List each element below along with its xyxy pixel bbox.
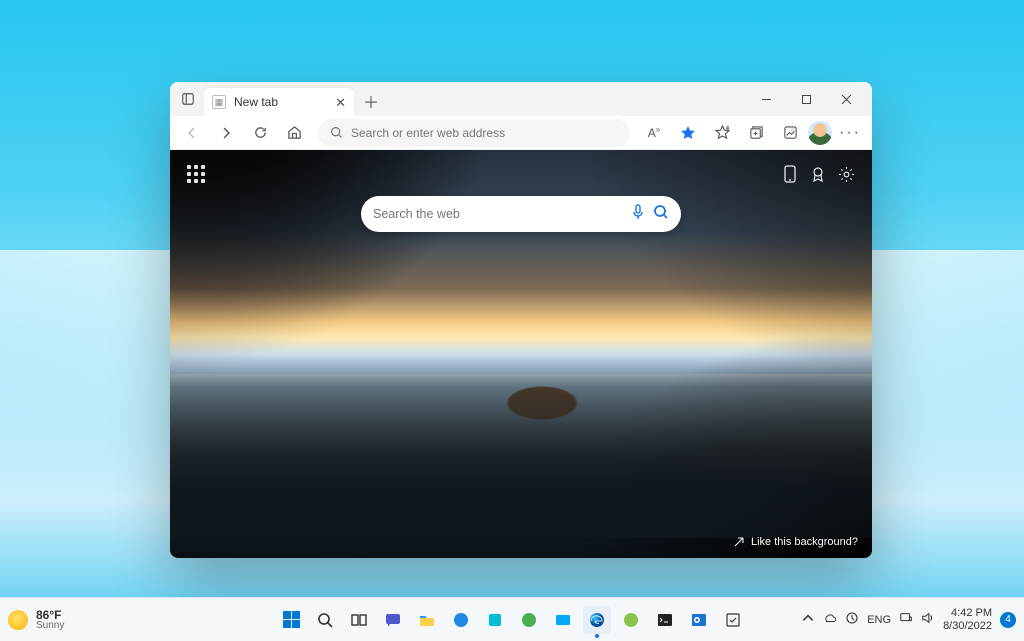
forward-button[interactable] [210,119,242,147]
tray-onedrive-icon[interactable] [823,611,837,628]
refresh-button[interactable] [244,119,276,147]
tab-close-button[interactable]: ✕ [335,96,346,109]
new-tab-page: Like this background? [170,150,872,558]
like-background-label: Like this background? [751,536,858,548]
read-aloud-button[interactable]: A» [638,119,670,147]
search-submit-icon[interactable] [653,204,669,225]
home-button[interactable] [278,119,310,147]
like-background-button[interactable]: Like this background? [733,536,858,548]
mobile-icon[interactable] [776,160,804,188]
ntp-search-input[interactable] [373,207,623,221]
ntp-topbar [182,160,860,188]
edge-taskbar-button[interactable] [583,606,611,634]
rewards-icon[interactable] [804,160,832,188]
titlebar: ▦ New tab ✕ ＋ [170,82,872,116]
browser-tab[interactable]: ▦ New tab ✕ [204,88,354,116]
app-launcher-button[interactable] [182,160,210,188]
ntp-search-box[interactable] [361,196,681,232]
favorite-button[interactable] [672,119,704,147]
system-tray: ENG 4:42 PM 8/30/2022 4 [801,607,1016,632]
minimize-button[interactable] [746,85,786,113]
time-label: 4:42 PM [951,607,992,620]
language-indicator[interactable]: ENG [867,614,891,626]
profile-button[interactable] [808,121,832,145]
search-icon [330,126,343,139]
outlook-button[interactable] [685,606,713,634]
taskbar-app-icon[interactable] [617,606,645,634]
address-bar[interactable] [318,119,630,147]
more-menu-button[interactable]: ··· [834,119,866,147]
window-controls [746,85,866,113]
weather-temp: 86°F [36,609,64,621]
extension-button[interactable] [774,119,806,147]
tab-favicon: ▦ [212,95,226,109]
weather-widget[interactable]: 86°F Sunny [8,609,64,631]
toolbar: A» ··· [170,116,872,150]
back-button[interactable] [176,119,208,147]
weather-sun-icon [8,610,28,630]
notification-badge[interactable]: 4 [1000,612,1016,628]
collections-button[interactable] [740,119,772,147]
chat-button[interactable] [379,606,407,634]
maximize-button[interactable] [786,85,826,113]
clock[interactable]: 4:42 PM 8/30/2022 [943,607,992,632]
terminal-button[interactable] [651,606,679,634]
edge-browser-window: ▦ New tab ✕ ＋ A» [170,82,872,558]
weather-condition: Sunny [36,621,64,631]
new-tab-button[interactable]: ＋ [358,88,384,114]
taskbar: 86°F Sunny EN [0,597,1024,641]
network-icon[interactable] [899,611,913,628]
taskbar-app-icon[interactable] [549,606,577,634]
file-explorer-button[interactable] [413,606,441,634]
tray-app-icon[interactable] [845,611,859,628]
tab-actions-button[interactable] [176,87,200,111]
taskbar-app-icon[interactable] [447,606,475,634]
address-input[interactable] [351,126,618,140]
close-window-button[interactable] [826,85,866,113]
tray-chevron-up-icon[interactable] [801,611,815,628]
date-label: 8/30/2022 [943,620,992,633]
taskbar-center [277,606,747,634]
start-button[interactable] [277,606,305,634]
taskbar-search-button[interactable] [311,606,339,634]
settings-gear-icon[interactable] [832,160,860,188]
taskbar-app-icon[interactable] [481,606,509,634]
tab-title: New tab [234,95,278,109]
volume-icon[interactable] [921,611,935,628]
taskbar-app-icon[interactable] [719,606,747,634]
desktop: ▦ New tab ✕ ＋ A» [0,0,1024,641]
task-view-button[interactable] [345,606,373,634]
voice-search-icon[interactable] [631,204,645,225]
taskbar-app-icon[interactable] [515,606,543,634]
favorites-list-button[interactable] [706,119,738,147]
